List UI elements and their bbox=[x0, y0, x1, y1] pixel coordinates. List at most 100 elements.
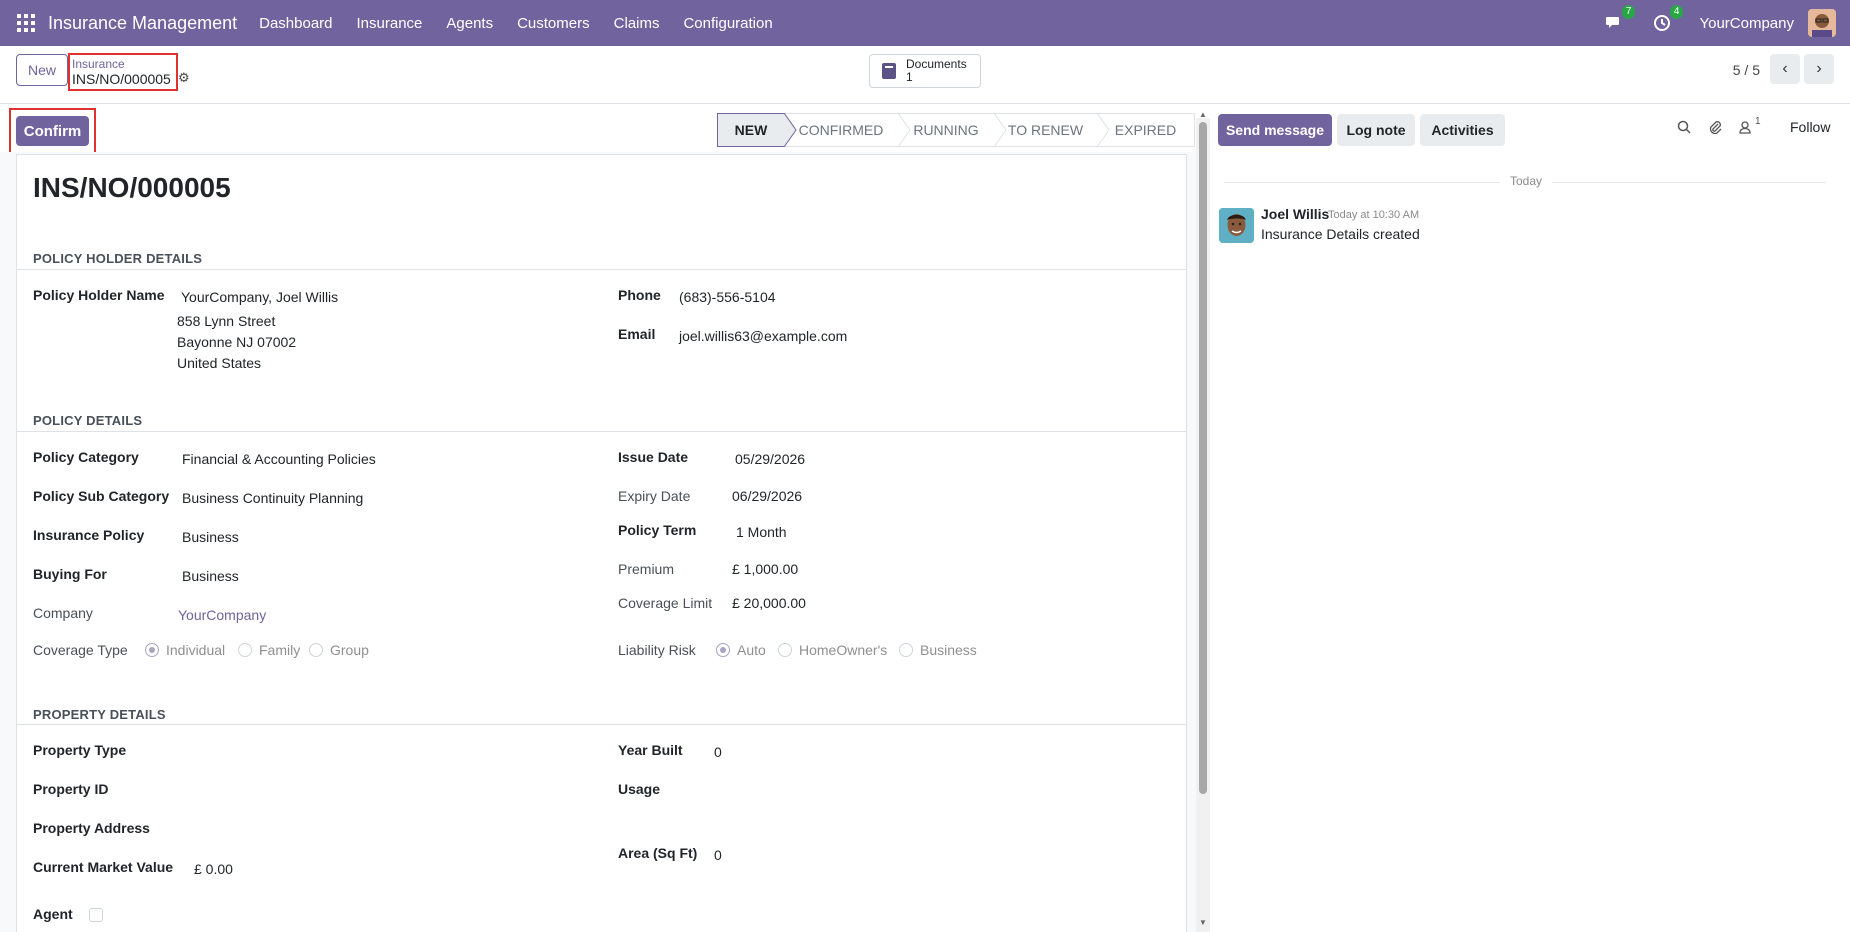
menu-claims[interactable]: Claims bbox=[614, 15, 660, 32]
paperclip-icon[interactable] bbox=[1708, 120, 1722, 137]
record-title: INS/NO/000005 bbox=[33, 172, 231, 203]
log-note-button[interactable]: Log note bbox=[1337, 114, 1415, 146]
policy-sub-category-label: Policy Sub Category bbox=[33, 488, 170, 504]
section-policy-holder: POLICY HOLDER DETAILS bbox=[33, 251, 203, 266]
message-timestamp: Today at 10:30 AM bbox=[1328, 209, 1420, 221]
confirm-button[interactable]: Confirm bbox=[16, 116, 89, 146]
liability-risk-homeowners-radio[interactable]: HomeOwner's bbox=[778, 642, 887, 658]
expiry-date-label: Expiry Date bbox=[618, 488, 691, 504]
menu-configuration[interactable]: Configuration bbox=[683, 15, 772, 32]
buying-for-field[interactable]: Business bbox=[182, 568, 239, 584]
follow-button[interactable]: Follow bbox=[1790, 119, 1830, 135]
breadcrumb-current: INS/NO/000005 bbox=[72, 71, 171, 87]
address-line-2: Bayonne NJ 07002 bbox=[177, 334, 297, 350]
user-avatar[interactable] bbox=[1808, 9, 1836, 37]
company-label: Company bbox=[33, 605, 93, 621]
menu-agents[interactable]: Agents bbox=[446, 15, 493, 32]
menu-insurance[interactable]: Insurance bbox=[357, 15, 423, 32]
phone-label: Phone bbox=[618, 287, 661, 303]
gear-icon[interactable]: ⚙ bbox=[178, 70, 190, 86]
year-built-label: Year Built bbox=[618, 742, 683, 758]
section-divider bbox=[17, 431, 1186, 432]
pager-value[interactable]: 5 / 5 bbox=[1733, 62, 1760, 78]
followers-count: 1 bbox=[1755, 116, 1761, 127]
top-navbar: Insurance Management Dashboard Insurance… bbox=[0, 0, 1850, 46]
date-separator: Today bbox=[1500, 174, 1553, 188]
activities-button[interactable]: Activities bbox=[1420, 114, 1505, 146]
policy-holder-name-field[interactable]: YourCompany, Joel Willis bbox=[181, 289, 338, 305]
address-line-3: United States bbox=[177, 355, 262, 371]
message-author[interactable]: Joel Willis bbox=[1261, 206, 1329, 222]
section-divider bbox=[17, 269, 1186, 270]
email-field[interactable]: joel.willis63@example.com bbox=[679, 328, 847, 344]
policy-term-field[interactable]: 1 Month bbox=[736, 524, 787, 540]
app-name[interactable]: Insurance Management bbox=[48, 13, 237, 34]
liability-risk-business-radio[interactable]: Business bbox=[899, 642, 977, 658]
year-built-field[interactable]: 0 bbox=[714, 744, 722, 760]
send-message-button[interactable]: Send message bbox=[1218, 114, 1332, 146]
issue-date-label: Issue Date bbox=[618, 449, 689, 465]
current-market-value-label: Current Market Value bbox=[33, 859, 174, 875]
search-icon[interactable] bbox=[1677, 120, 1691, 137]
policy-term-label: Policy Term bbox=[618, 522, 697, 538]
area-label: Area (Sq Ft) bbox=[618, 845, 698, 861]
company-switcher[interactable]: YourCompany bbox=[1699, 15, 1794, 32]
email-label: Email bbox=[618, 326, 656, 342]
stage-separators bbox=[783, 113, 1110, 147]
liability-risk-label: Liability Risk bbox=[618, 642, 696, 658]
expiry-date-field[interactable]: 06/29/2026 bbox=[732, 488, 802, 504]
usage-label: Usage bbox=[618, 781, 661, 797]
issue-date-field[interactable]: 05/29/2026 bbox=[735, 451, 805, 467]
breadcrumb-parent-link[interactable]: Insurance bbox=[72, 57, 174, 71]
buying-for-label: Buying For bbox=[33, 566, 107, 582]
book-icon bbox=[882, 63, 896, 79]
insurance-policy-field[interactable]: Business bbox=[182, 529, 239, 545]
apps-menu-icon[interactable] bbox=[17, 14, 35, 32]
coverage-limit-label: Coverage Limit bbox=[618, 595, 713, 611]
chevron-right-icon: › bbox=[1816, 60, 1822, 77]
coverage-type-label: Coverage Type bbox=[33, 642, 128, 658]
followers-icon[interactable] bbox=[1738, 120, 1752, 137]
activities-icon[interactable]: 4 bbox=[1651, 5, 1684, 34]
message-body: Insurance Details created bbox=[1261, 226, 1420, 242]
coverage-type-individual-radio[interactable]: Individual bbox=[145, 642, 225, 658]
coverage-type-family-radio[interactable]: Family bbox=[238, 642, 300, 658]
policy-category-label: Policy Category bbox=[33, 449, 139, 465]
policy-category-field[interactable]: Financial & Accounting Policies bbox=[182, 451, 376, 467]
premium-field[interactable]: £ 1,000.00 bbox=[732, 561, 798, 577]
documents-count: 1 bbox=[906, 70, 913, 84]
policy-holder-name-label: Policy Holder Name bbox=[33, 287, 165, 303]
section-policy-details: POLICY DETAILS bbox=[33, 413, 143, 428]
scroll-up-icon[interactable]: ▲ bbox=[1199, 110, 1207, 119]
message-author-avatar[interactable] bbox=[1219, 208, 1254, 243]
agent-checkbox[interactable] bbox=[89, 908, 103, 922]
current-market-value-field[interactable]: £ 0.00 bbox=[194, 861, 233, 877]
new-button[interactable]: New bbox=[16, 54, 69, 86]
address-line-1: 858 Lynn Street bbox=[177, 313, 276, 329]
documents-label: Documents bbox=[906, 57, 967, 71]
pager-previous-button[interactable]: ‹ bbox=[1770, 54, 1800, 84]
messages-icon[interactable]: 7 bbox=[1603, 5, 1636, 34]
property-type-label: Property Type bbox=[33, 742, 127, 758]
breadcrumb: Insurance INS/NO/000005 bbox=[68, 53, 178, 91]
policy-sub-category-field[interactable]: Business Continuity Planning bbox=[182, 490, 363, 506]
agent-label: Agent bbox=[33, 906, 73, 922]
pager-next-button[interactable]: › bbox=[1804, 54, 1834, 84]
coverage-type-group-radio[interactable]: Group bbox=[309, 642, 369, 658]
liability-risk-auto-radio[interactable]: Auto bbox=[716, 642, 766, 658]
insurance-policy-label: Insurance Policy bbox=[33, 527, 145, 543]
form-scrollbar-thumb[interactable] bbox=[1199, 122, 1207, 794]
confirm-highlight: Confirm bbox=[9, 108, 96, 154]
chevron-left-icon: ‹ bbox=[1782, 60, 1788, 77]
activities-badge: 4 bbox=[1669, 5, 1684, 19]
documents-smart-button[interactable]: Documents 1 bbox=[869, 54, 981, 88]
coverage-limit-field[interactable]: £ 20,000.00 bbox=[732, 595, 806, 611]
scroll-down-icon[interactable]: ▼ bbox=[1199, 918, 1207, 927]
menu-customers[interactable]: Customers bbox=[517, 15, 590, 32]
phone-field[interactable]: (683)-556-5104 bbox=[679, 289, 776, 305]
control-panel: New Insurance INS/NO/000005 ⚙ Documents … bbox=[0, 46, 1850, 104]
menu-dashboard[interactable]: Dashboard bbox=[259, 15, 332, 32]
area-field[interactable]: 0 bbox=[714, 847, 722, 863]
section-property-details: PROPERTY DETAILS bbox=[33, 707, 166, 722]
company-link[interactable]: YourCompany bbox=[178, 607, 266, 623]
